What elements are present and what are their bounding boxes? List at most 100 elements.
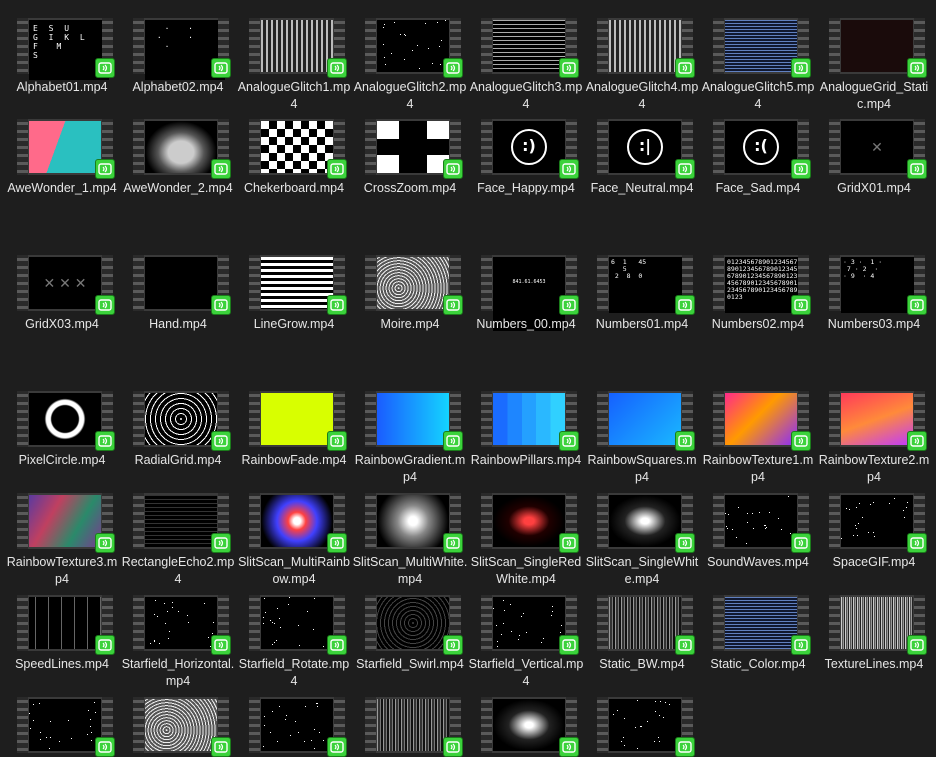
file-name: RainbowTexture1.mp4 — [702, 453, 814, 484]
star-dot — [759, 512, 760, 513]
play-media-icon — [443, 635, 463, 655]
video-thumbnail[interactable]: ✕ — [829, 119, 927, 179]
star-dot — [155, 600, 156, 601]
video-thumbnail[interactable] — [713, 18, 811, 78]
filmstrip-perforation — [481, 255, 492, 311]
video-thumbnail[interactable]: ✕ ✕ ✕ — [17, 255, 115, 315]
video-thumbnail[interactable] — [597, 595, 695, 655]
star-dot — [659, 715, 660, 716]
video-thumbnail[interactable] — [713, 391, 811, 451]
play-media-icon — [211, 737, 231, 757]
star-dot — [264, 725, 265, 726]
video-thumbnail[interactable]: E S U G I K L F M S — [17, 18, 115, 80]
filmstrip-perforation — [365, 595, 376, 651]
video-thumbnail[interactable] — [597, 493, 695, 553]
preview-image: :| — [609, 121, 681, 173]
preview-image: ✕ ✕ ✕ — [29, 257, 101, 309]
video-thumbnail[interactable] — [133, 493, 231, 553]
star-dot — [264, 598, 265, 599]
file-name: TextureLines.mp4 — [824, 657, 924, 671]
video-thumbnail[interactable]: :| — [597, 119, 695, 179]
video-thumbnail[interactable] — [481, 391, 579, 451]
video-thumbnail[interactable] — [365, 119, 463, 179]
video-thumbnail[interactable] — [133, 119, 231, 179]
star-dot — [846, 508, 847, 509]
video-thumbnail[interactable] — [829, 595, 927, 655]
video-thumbnail[interactable] — [481, 493, 579, 553]
video-thumbnail[interactable] — [249, 595, 347, 655]
video-thumbnail[interactable] — [365, 595, 463, 655]
star-dot — [412, 50, 413, 51]
preview-image — [261, 121, 333, 173]
video-thumbnail[interactable] — [597, 18, 695, 78]
video-thumbnail[interactable] — [249, 119, 347, 179]
video-thumbnail[interactable] — [17, 391, 115, 451]
star-dot — [30, 728, 31, 729]
video-thumbnail[interactable] — [249, 697, 347, 757]
star-dot — [285, 719, 286, 720]
video-thumbnail[interactable] — [829, 391, 927, 451]
file-name: Numbers_00.mp4 — [476, 317, 576, 331]
video-thumbnail[interactable] — [249, 18, 347, 78]
video-thumbnail[interactable] — [365, 18, 463, 78]
video-thumbnail[interactable] — [17, 697, 115, 757]
preview-image — [145, 257, 217, 309]
video-thumbnail[interactable]: 0123456789012345678901234567890123456789… — [713, 255, 811, 315]
preview-image — [29, 597, 101, 649]
video-thumbnail[interactable] — [365, 493, 463, 553]
video-thumbnail[interactable] — [481, 18, 579, 78]
video-thumbnail[interactable] — [249, 493, 347, 553]
star-dot — [159, 643, 160, 644]
video-thumbnail[interactable] — [597, 391, 695, 451]
filmstrip-perforation — [713, 391, 724, 447]
video-thumbnail[interactable] — [365, 255, 463, 315]
video-thumbnail[interactable]: 841.61.6453 — [481, 255, 579, 331]
video-thumbnail[interactable] — [365, 391, 463, 451]
star-dot — [560, 632, 561, 633]
star-dot — [279, 618, 280, 619]
star-dot — [769, 512, 770, 513]
preview-image — [725, 495, 797, 547]
star-dot — [747, 513, 748, 514]
preview-image — [377, 699, 449, 751]
video-thumbnail[interactable] — [133, 255, 231, 315]
star-dot — [400, 34, 401, 35]
play-media-icon — [211, 295, 231, 315]
star-dot — [658, 737, 659, 738]
video-thumbnail[interactable] — [133, 595, 231, 655]
star-dot — [496, 625, 497, 626]
video-thumbnail[interactable] — [713, 595, 811, 655]
video-thumbnail[interactable] — [365, 697, 463, 757]
video-thumbnail[interactable]: :( — [713, 119, 811, 179]
video-thumbnail[interactable] — [829, 493, 927, 553]
video-thumbnail[interactable]: :) — [481, 119, 579, 179]
star-dot — [725, 513, 726, 514]
star-dot — [788, 496, 789, 497]
video-thumbnail[interactable] — [713, 493, 811, 553]
video-thumbnail[interactable] — [17, 119, 115, 179]
filmstrip-perforation — [17, 493, 28, 549]
star-dot — [437, 22, 438, 23]
video-thumbnail[interactable] — [133, 391, 231, 451]
video-thumbnail[interactable] — [481, 697, 579, 757]
star-dot — [157, 616, 158, 617]
filmstrip-perforation — [17, 391, 28, 447]
video-thumbnail[interactable] — [133, 697, 231, 757]
video-thumbnail[interactable] — [481, 595, 579, 655]
video-thumbnail[interactable]: · · · · · — [133, 18, 231, 80]
preview-image — [725, 393, 797, 445]
video-thumbnail[interactable]: · 3 · 1 · 7 · 2 · · 9 · 4 — [829, 255, 927, 315]
video-thumbnail[interactable] — [17, 493, 115, 553]
video-thumbnail[interactable] — [597, 697, 695, 757]
star-dot — [889, 503, 890, 504]
video-thumbnail[interactable] — [249, 391, 347, 451]
play-media-icon — [675, 58, 695, 78]
video-thumbnail[interactable] — [249, 255, 347, 315]
video-thumbnail[interactable]: 6 1 45 5 2 8 0 — [597, 255, 695, 315]
star-dot — [518, 639, 519, 640]
video-thumbnail[interactable] — [829, 18, 927, 78]
filmstrip-perforation — [133, 255, 144, 311]
video-thumbnail[interactable] — [17, 595, 115, 655]
play-media-icon — [443, 533, 463, 553]
play-media-icon — [907, 431, 927, 451]
